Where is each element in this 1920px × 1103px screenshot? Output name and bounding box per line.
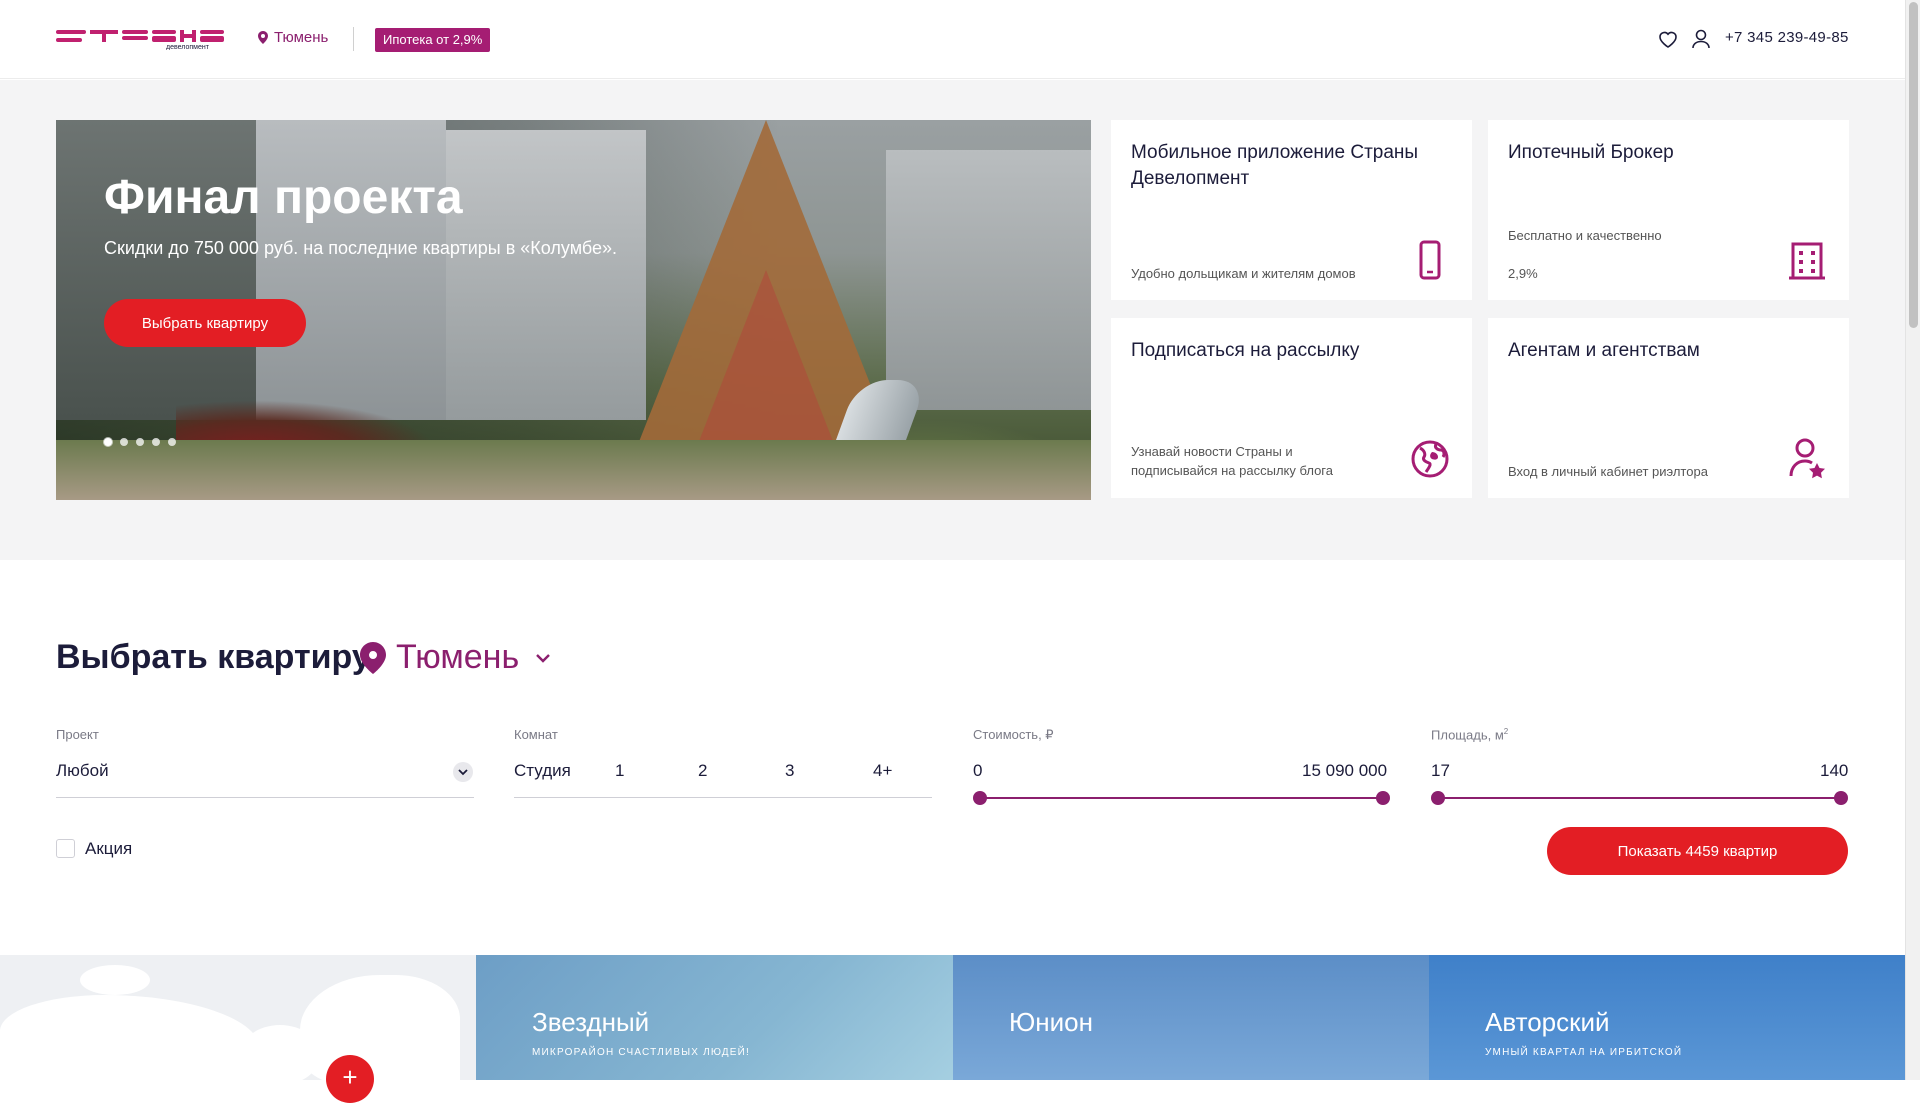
promo-checkbox[interactable] (56, 839, 75, 858)
card-title: Ипотечный Брокер (1508, 142, 1674, 163)
price-min-value[interactable]: 0 (973, 761, 982, 781)
svg-text:девелопмент: девелопмент (166, 44, 210, 50)
card-title: Мобильное приложение Страны Девелопмент (1131, 142, 1419, 189)
user-account-icon[interactable] (1692, 29, 1710, 49)
card-text: Удобно дольщикам и жителям домов (1131, 266, 1356, 281)
price-label: Стоимость, ₽ (973, 727, 1054, 742)
project-title: Авторский (1485, 1007, 1610, 1037)
slider-dot-5[interactable] (168, 438, 176, 446)
header-divider (353, 27, 354, 51)
area-unit-superscript: 2 (1503, 727, 1509, 736)
card-mobile-app[interactable]: Мобильное приложение Страны Девелопмент … (1111, 120, 1472, 300)
card-title: Агентам и агентствам (1508, 340, 1700, 361)
card-text: Вход в личный кабинет риэлтора (1508, 464, 1708, 479)
filter-city-label: Тюмень (396, 638, 520, 676)
room-option-studio[interactable]: Студия (514, 761, 571, 781)
room-option-1[interactable]: 1 (615, 761, 624, 781)
location-pin-icon (258, 31, 268, 44)
project-title: Юнион (1009, 1007, 1093, 1037)
globe-icon (1411, 440, 1449, 478)
hero-subtitle: Скидки до 750 000 руб. на последние квар… (104, 238, 617, 258)
page-scrollbar[interactable] (1905, 0, 1920, 1080)
rooms-label: Комнат (514, 727, 558, 742)
agent-icon (1789, 438, 1825, 479)
slider-dots (104, 438, 176, 446)
card-title: Подписаться на рассылку (1131, 340, 1360, 361)
projects-map[interactable] (0, 955, 476, 1080)
promo-checkbox-label[interactable]: Акция (85, 839, 132, 859)
header: девелопмент Тюмень Ипотека от 2,9% +7 34… (0, 0, 1905, 79)
room-option-2[interactable]: 2 (698, 761, 707, 781)
project-subtitle: УМНЫЙ КВАРТАЛ НА ИРБИТСКОЙ (1485, 1047, 1683, 1058)
room-option-4plus[interactable]: 4+ (873, 761, 892, 781)
filter-title: Выбрать квартиру (56, 638, 371, 676)
area-max-value[interactable]: 140 (1820, 761, 1848, 781)
logo[interactable]: девелопмент (56, 28, 226, 50)
chevron-down-icon (536, 653, 551, 663)
project-label: Проект (56, 727, 99, 742)
project-underline (56, 797, 474, 798)
project-tile-union[interactable]: Юнион (953, 955, 1430, 1080)
price-min-handle[interactable] (973, 791, 987, 805)
project-tile-avtorsky[interactable]: Авторский УМНЫЙ КВАРТАЛ НА ИРБИТСКОЙ (1429, 955, 1905, 1080)
card-text: Бесплатно и качественно (1508, 228, 1662, 243)
card-subscribe[interactable]: Подписаться на рассылку Узнавай новости … (1111, 318, 1472, 498)
project-select[interactable]: Любой (56, 761, 109, 781)
card-agents[interactable]: Агентам и агентствам Вход в личный кабин… (1488, 318, 1849, 498)
slider-dot-4[interactable] (152, 438, 160, 446)
card-rate: 2,9% (1508, 266, 1538, 281)
map-zoom-in-button[interactable]: + (326, 1055, 374, 1103)
filter-city-selector[interactable]: Тюмень (360, 638, 551, 677)
city-label: Тюмень (274, 29, 329, 46)
room-option-3[interactable]: 3 (785, 761, 794, 781)
area-label: Площадь, м2 (1431, 727, 1509, 743)
card-mortgage-broker[interactable]: Ипотечный Брокер Бесплатно и качественно… (1488, 120, 1849, 300)
card-text: Узнавай новости Страны и подписывайся на… (1131, 444, 1333, 478)
area-max-handle[interactable] (1834, 791, 1848, 805)
area-min-value[interactable]: 17 (1431, 761, 1450, 781)
mortgage-badge[interactable]: Ипотека от 2,9% (375, 28, 491, 52)
price-range-track[interactable] (980, 797, 1383, 799)
price-max-value[interactable]: 15 090 000 (1302, 761, 1387, 781)
price-max-handle[interactable] (1376, 791, 1390, 805)
phone-icon (1419, 240, 1441, 280)
slider-dot-1[interactable] (104, 438, 112, 446)
building-icon (1789, 242, 1825, 280)
hero-title: Финал проекта (104, 171, 463, 224)
favorites-heart-icon[interactable] (1658, 30, 1678, 48)
area-min-handle[interactable] (1431, 791, 1445, 805)
location-pin-icon (360, 641, 386, 674)
scrollbar-thumb[interactable] (1909, 2, 1918, 328)
area-range-track[interactable] (1438, 797, 1841, 799)
show-apartments-button[interactable]: Показать 4459 квартир (1547, 827, 1848, 875)
slider-dot-3[interactable] (136, 438, 144, 446)
project-title: Звездный (532, 1007, 650, 1037)
slider-dot-2[interactable] (120, 438, 128, 446)
project-subtitle: МИКРОРАЙОН СЧАСТЛИВЫХ ЛЮДЕЙ! (532, 1047, 750, 1058)
project-tile-zvezdny[interactable]: Звездный МИКРОРАЙОН СЧАСТЛИВЫХ ЛЮДЕЙ! (476, 955, 953, 1080)
hero-choose-apartment-button[interactable]: Выбрать квартиру (104, 299, 306, 347)
city-selector[interactable]: Тюмень (258, 29, 328, 46)
select-chevron-icon[interactable] (453, 762, 473, 782)
phone-number[interactable]: +7 345 239-49-85 (1725, 29, 1849, 46)
hero-slider[interactable]: Финал проекта Скидки до 750 000 руб. на … (56, 120, 1091, 500)
rooms-underline (514, 797, 932, 798)
